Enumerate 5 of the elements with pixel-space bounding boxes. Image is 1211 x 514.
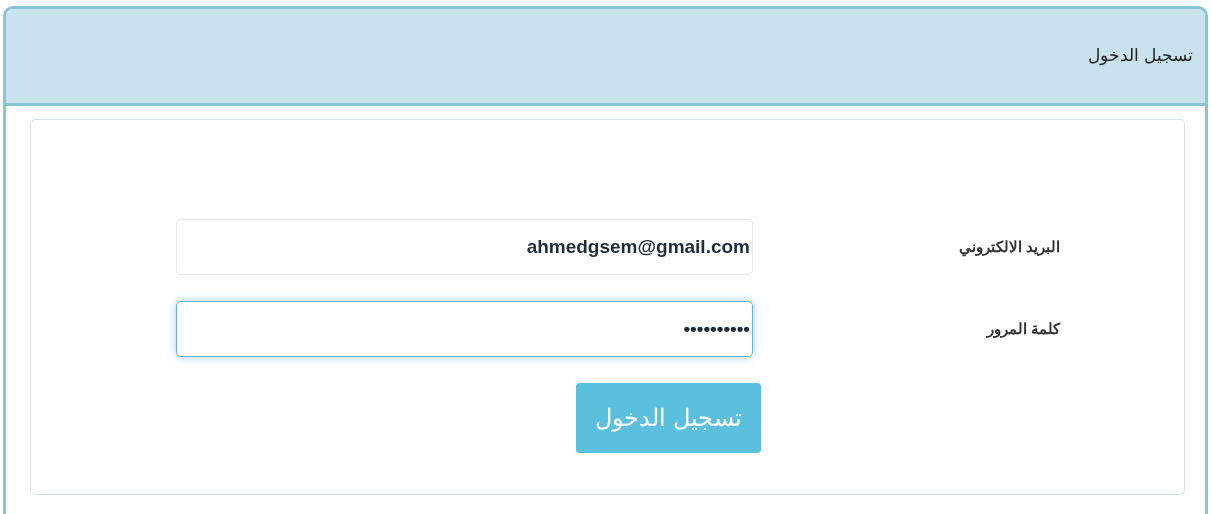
panel-title: تسجيل الدخول [1088,45,1193,68]
field-label: كلمة المرور [985,318,1062,340]
field-label: البريد الالكتروني [957,236,1061,259]
password-field[interactable]: •••••••••• [176,301,753,357]
email-field[interactable]: ahmedgsem@gmail.com [176,219,753,275]
